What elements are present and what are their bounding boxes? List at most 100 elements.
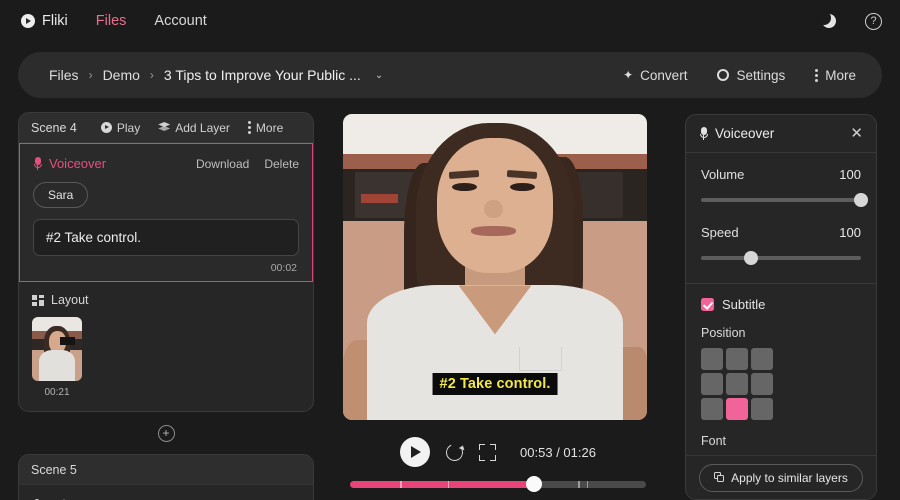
download-button[interactable]: Download <box>196 157 249 171</box>
scene-5-voiceover-layer[interactable]: Voiceover <box>19 485 313 500</box>
apply-to-similar-layers-button[interactable]: Apply to similar layers <box>699 463 863 492</box>
speed-slider-thumb[interactable] <box>743 251 758 265</box>
voiceover-layer-title: Voiceover <box>33 156 106 171</box>
convert-button[interactable]: ✦ Convert <box>623 68 687 83</box>
add-layer-button[interactable]: Add Layer <box>158 121 230 135</box>
replay-icon[interactable] <box>443 441 466 463</box>
position-grid[interactable] <box>701 348 861 420</box>
scene-more-label: More <box>255 120 284 135</box>
speed-label: Speed <box>701 225 739 240</box>
nav-link-account[interactable]: Account <box>154 13 206 29</box>
voiceover-layer-actions: Download Delete <box>196 157 299 171</box>
properties-title-text: Voiceover <box>715 126 775 141</box>
scene-card-4: Scene 4 Play Add Layer More Voiceover Do… <box>18 112 314 412</box>
subtitle-toggle-row[interactable]: Subtitle <box>701 297 861 312</box>
volume-slider[interactable] <box>701 193 868 207</box>
layout-layer[interactable]: Layout 00:21 <box>19 282 313 411</box>
video-preview[interactable]: #2 Take control. <box>343 114 647 420</box>
position-cell-5[interactable] <box>751 373 773 395</box>
play-button[interactable] <box>400 437 431 467</box>
apply-button-label: Apply to similar layers <box>731 470 848 485</box>
volume-slider-thumb[interactable] <box>854 193 868 207</box>
speed-control-row: Speed 100 <box>701 225 861 240</box>
player-controls: 00:53 / 01:26 <box>324 437 672 467</box>
timeline-segment-mark <box>447 481 450 488</box>
speed-slider-track[interactable] <box>701 256 861 260</box>
vertical-dots-icon <box>247 121 251 134</box>
dark-mode-toggle-icon[interactable] <box>817 11 837 29</box>
top-navigation-bar: Fliki Files Account ? <box>0 0 900 42</box>
voiceover-text-input[interactable]: #2 Take control. <box>33 219 299 256</box>
breadcrumb-actions: ✦ Convert Settings More <box>623 68 856 83</box>
layout-layer-title: Layout <box>32 293 300 307</box>
scene-card-5: Scene 5 Voiceover <box>18 454 314 500</box>
close-icon[interactable]: ✕ <box>850 126 863 141</box>
position-cell-8[interactable] <box>751 398 773 420</box>
microphone-icon <box>699 127 708 140</box>
breadcrumb-item-demo[interactable]: Demo <box>103 67 140 83</box>
more-button[interactable]: More <box>815 68 856 83</box>
scene-5-header: Scene 5 <box>19 455 313 485</box>
layout-label-text: Layout <box>51 293 89 307</box>
settings-button[interactable]: Settings <box>717 68 785 83</box>
sparkle-icon: ✦ <box>623 68 634 82</box>
scene-4-actions: Play Add Layer More <box>100 120 284 135</box>
top-nav-right-actions: ? <box>817 0 882 42</box>
layout-grid-icon <box>32 294 44 306</box>
timeline-progress-fill <box>350 481 534 488</box>
properties-panel-body: Volume 100 Speed 100 Subtitle Position F… <box>686 153 876 486</box>
scene-more-button[interactable]: More <box>247 120 284 135</box>
timeline-track[interactable] <box>350 481 646 488</box>
video-subtitle-overlay: #2 Take control. <box>432 373 558 395</box>
position-label: Position <box>701 326 746 340</box>
speed-value: 100 <box>839 225 861 240</box>
nav-link-files[interactable]: Files <box>96 13 127 29</box>
timeline-segment-mark <box>586 481 589 488</box>
position-cell-0[interactable] <box>701 348 723 370</box>
speed-slider[interactable] <box>701 251 861 265</box>
add-scene-button[interactable]: + <box>157 425 175 442</box>
breadcrumb-item-files[interactable]: Files <box>49 67 79 83</box>
brand-label: Fliki <box>42 13 68 29</box>
delete-button[interactable]: Delete <box>264 157 299 171</box>
layout-thumbnail-wrapper[interactable]: 00:21 <box>32 317 82 398</box>
layout-thumbnail[interactable] <box>32 317 82 381</box>
fullscreen-icon[interactable] <box>479 443 497 461</box>
position-cell-3[interactable] <box>701 373 723 395</box>
brand-logo[interactable]: Fliki <box>21 13 68 29</box>
position-cell-7[interactable] <box>726 398 748 420</box>
position-cell-1[interactable] <box>726 348 748 370</box>
settings-label: Settings <box>736 67 786 83</box>
speaker-chip[interactable]: Sara <box>33 182 89 208</box>
position-cell-4[interactable] <box>726 373 748 395</box>
add-scene-row: + <box>18 425 314 442</box>
timeline-scrubber[interactable] <box>350 476 646 492</box>
chevron-down-icon[interactable]: ⌄ <box>375 70 383 81</box>
font-label: Font <box>701 434 727 448</box>
volume-control-row: Volume 100 <box>701 167 861 182</box>
position-cell-6[interactable] <box>701 398 723 420</box>
breadcrumb-item-project[interactable]: 3 Tips to Improve Your Public ... <box>164 67 361 83</box>
subtitle-label: Subtitle <box>722 297 766 312</box>
layers-icon <box>158 122 171 133</box>
microphone-icon <box>33 157 42 170</box>
timeline-thumb[interactable] <box>525 476 542 492</box>
scene-play-button[interactable]: Play <box>100 120 141 135</box>
volume-slider-track[interactable] <box>701 198 861 202</box>
subtitle-checkbox[interactable] <box>701 298 714 311</box>
timeline-segment-mark <box>577 481 580 488</box>
scene-4-title: Scene 4 <box>31 120 77 135</box>
volume-value: 100 <box>839 167 861 182</box>
gear-icon <box>717 69 730 81</box>
voiceover-layer-selected[interactable]: Voiceover Download Delete Sara #2 Take c… <box>19 143 313 282</box>
play-icon <box>100 122 112 133</box>
timeline-segment-mark <box>400 481 402 488</box>
position-cell-2[interactable] <box>751 348 773 370</box>
voiceover-label-text: Voiceover <box>49 156 107 171</box>
layout-thumbnail-duration: 00:21 <box>44 387 70 398</box>
scene-play-label: Play <box>116 120 141 135</box>
video-preview-stage: #2 Take control. 00:53 / 01:26 <box>324 112 672 500</box>
breadcrumb: Files › Demo › 3 Tips to Improve Your Pu… <box>49 67 383 83</box>
help-icon[interactable]: ? <box>865 12 882 30</box>
panel-divider <box>686 283 876 284</box>
